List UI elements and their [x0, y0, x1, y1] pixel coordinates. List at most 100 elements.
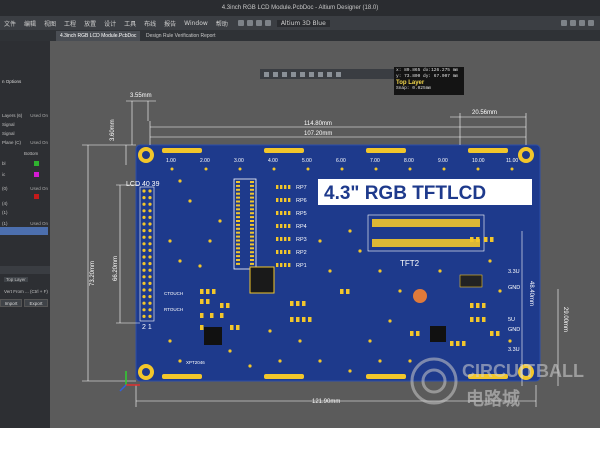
menu-window[interactable]: Window — [180, 20, 212, 27]
fpc-pin — [236, 243, 240, 246]
smd-pad — [450, 341, 454, 346]
dim-height-outer: 73.20mm — [90, 261, 96, 286]
menu-reports[interactable]: 报告 — [160, 19, 180, 28]
menu-edit[interactable]: 编辑 — [20, 19, 40, 28]
ic-chip — [249, 266, 275, 294]
document-tabs: 4.3inch RGB LCD Module.PcbDoc Design Rul… — [0, 30, 600, 41]
header-pin — [148, 301, 152, 305]
ruler-via — [510, 167, 514, 171]
dim-bottom: 121.90mm — [312, 399, 340, 405]
layer-select[interactable]: Top Layer — [4, 277, 28, 282]
rp-pad — [276, 198, 279, 202]
smd-pad — [236, 325, 240, 330]
via — [408, 359, 412, 363]
rp-pad — [276, 250, 279, 254]
fpc-pin — [250, 247, 254, 250]
selected-row-highlight[interactable] — [0, 227, 48, 235]
menu-help[interactable]: 帮助 — [212, 19, 232, 28]
smd-pad — [302, 317, 306, 322]
panel-row[interactable]: ic — [2, 172, 5, 177]
fpc-pin — [250, 235, 254, 238]
via — [378, 269, 382, 273]
ruler-label: 4.00 — [268, 158, 278, 164]
fpc-pin — [236, 220, 240, 222]
fpc-pin — [250, 251, 254, 254]
smd-pad — [470, 317, 474, 322]
smd-pad — [346, 289, 350, 294]
menu-design[interactable]: 设计 — [100, 19, 120, 28]
redo-icon[interactable] — [264, 20, 271, 26]
layer-color-swatch[interactable] — [34, 194, 39, 199]
settings-icon[interactable] — [579, 20, 585, 26]
menu-file[interactable]: 文件 — [0, 19, 20, 28]
header-pin — [148, 262, 152, 266]
panel-row[interactable]: Plane (C) — [2, 140, 21, 145]
smd-pad — [230, 325, 234, 330]
via — [208, 239, 212, 243]
fpc-pin — [250, 181, 254, 183]
header-pin — [142, 229, 146, 233]
tft-connector-bottom — [372, 239, 480, 247]
layer-color-swatch[interactable] — [34, 172, 39, 177]
tab-drc-report[interactable]: Design Rule Verification Report — [142, 31, 219, 41]
help-icon[interactable] — [588, 20, 594, 26]
ruler-via — [476, 167, 480, 171]
panel-row[interactable]: Bottom — [24, 151, 38, 156]
dim-height-inner: 66.20mm — [113, 256, 119, 281]
panel-row[interactable]: Signal — [2, 122, 15, 127]
fpc-pin — [236, 255, 240, 258]
via — [348, 229, 352, 233]
import-button[interactable]: Import — [0, 299, 22, 307]
smd-pad — [290, 301, 294, 306]
rp-pad — [288, 263, 291, 267]
snap-icon[interactable] — [570, 20, 576, 26]
panel-row[interactable]: (1) — [2, 221, 8, 226]
grid-icon[interactable] — [561, 20, 567, 26]
rp-pad — [280, 211, 283, 215]
menu-route[interactable]: 布线 — [140, 19, 160, 28]
fpc-pin — [236, 259, 240, 261]
pcb-canvas[interactable]: LCD 40 39 2 1 1.00 2.00 3.00 4.00 5.00 6.00 7.… — [50, 41, 600, 428]
smd-pad — [456, 341, 460, 346]
layer-color-swatch[interactable] — [34, 161, 39, 166]
undo-icon[interactable] — [255, 20, 262, 26]
panel-row[interactable]: Signal — [2, 131, 15, 136]
smd-pad — [200, 299, 204, 304]
fpc-pin — [236, 262, 240, 265]
tab-pcbdoc[interactable]: 4.3inch RGB LCD Module.PcbDoc — [56, 31, 141, 41]
rp-pad — [280, 237, 283, 241]
smd-pad — [416, 331, 420, 336]
open-icon[interactable] — [237, 20, 244, 26]
panel-row[interactable]: (4) — [2, 201, 8, 206]
smd-pad — [476, 317, 480, 322]
ruler-via — [238, 167, 242, 171]
via — [218, 219, 222, 223]
filter-field[interactable]: Vert From ... (Ctrl + F) — [4, 289, 48, 294]
panel-row[interactable]: (1) — [2, 210, 8, 215]
xpt2046-label: XPT2046 — [186, 360, 205, 365]
panel-row[interactable]: bl — [2, 161, 6, 166]
header-pin — [142, 189, 146, 193]
theme-selector[interactable]: Altium 3D Blue — [276, 19, 330, 27]
panel-row[interactable]: (0) — [2, 186, 8, 191]
ruler-via — [204, 167, 208, 171]
snap-value: Snap: 0.025mm — [396, 86, 432, 91]
via — [298, 339, 302, 343]
export-button[interactable]: Export — [24, 299, 48, 307]
save-icon[interactable] — [246, 20, 253, 26]
menu-project[interactable]: 工程 — [60, 19, 80, 28]
smd-pad — [220, 313, 224, 318]
menu-view[interactable]: 视图 — [40, 19, 60, 28]
menu-place[interactable]: 放置 — [80, 19, 100, 28]
fpc-pin — [236, 227, 240, 230]
header-pin — [142, 275, 146, 279]
watermark-latin: CIRCUIT — [462, 361, 535, 381]
rp-pad — [276, 185, 279, 189]
fpc-pin — [250, 239, 254, 242]
panel-row[interactable]: Layers (6) — [2, 113, 22, 118]
ruler-label: 2.00 — [200, 158, 210, 164]
menu-tools[interactable]: 工具 — [120, 19, 140, 28]
header-pin — [148, 255, 152, 259]
ruler-via — [272, 167, 276, 171]
rp-pad — [288, 237, 291, 241]
